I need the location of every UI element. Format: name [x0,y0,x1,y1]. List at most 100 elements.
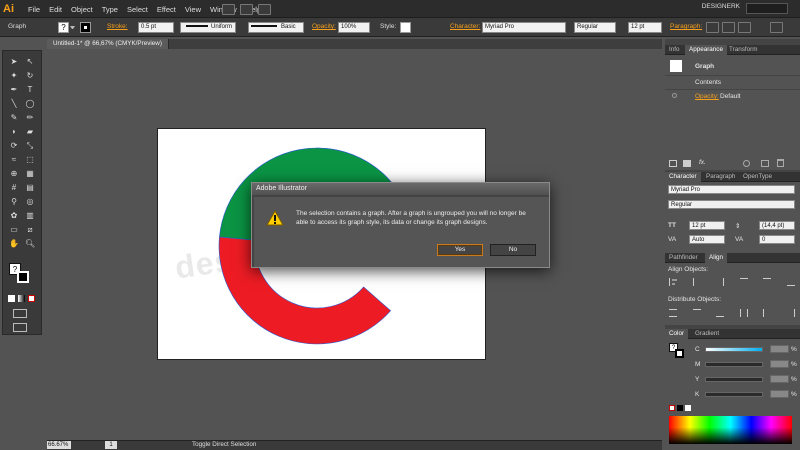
white-swatch[interactable] [685,405,691,411]
zoom-tool-icon[interactable]: 🔍︎ [25,239,35,249]
tab-gradient[interactable]: Gradient [691,329,723,339]
cyan-slider[interactable] [705,347,763,352]
menu-view[interactable]: View [185,5,201,14]
magenta-value[interactable] [770,360,789,368]
appearance-opacity-label[interactable]: Opacity: [695,93,719,100]
character-style-field[interactable]: Regular [668,200,795,209]
opacity-field[interactable]: 100% [338,22,370,33]
brush-definition[interactable]: Basic [248,22,304,33]
blob-brush-icon[interactable]: ◗ [9,127,19,137]
graph-tool-icon[interactable]: ▥ [25,211,35,221]
distribute-vcenter-icon[interactable] [692,309,701,317]
character-tracking-field[interactable]: 0 [759,235,795,244]
align-bottom-icon[interactable] [786,278,795,286]
align-left-icon[interactable] [706,22,719,33]
color-spectrum[interactable] [669,416,792,444]
appearance-contents-row[interactable]: Contents [695,79,721,86]
opacity-label[interactable]: Opacity: [312,23,336,30]
scale-tool-icon[interactable]: ⤡ [25,141,35,151]
type-tool-icon[interactable]: T [25,85,35,95]
menu-object[interactable]: Object [71,5,93,14]
bridge-icon[interactable] [222,4,235,15]
hand-tool-icon[interactable]: ✋ [9,239,19,249]
align-right-icon[interactable] [716,278,725,286]
distribute-top-icon[interactable] [669,309,677,317]
yellow-value[interactable] [770,375,789,383]
distribute-bottom-icon[interactable] [716,309,725,317]
selection-tool-icon[interactable]: ➤ [9,57,19,67]
no-button[interactable]: No [490,244,536,256]
black-swatch[interactable] [677,405,683,411]
zoom-field[interactable]: 66.67% [47,441,71,449]
character-font-field[interactable]: Myriad Pro [668,185,795,194]
variable-width-profile[interactable]: Uniform [180,22,236,33]
add-stroke-icon[interactable] [669,160,677,167]
eyedropper-icon[interactable]: ⚲ [9,197,19,207]
character-size-field[interactable]: 12 pt [689,221,725,230]
font-style-field[interactable]: Regular [574,22,616,33]
panel-menu-icon[interactable] [770,22,783,33]
align-center-icon[interactable] [722,22,735,33]
cyan-value[interactable] [770,345,789,353]
stroke-color-box[interactable] [17,271,29,283]
menu-file[interactable]: File [28,5,40,14]
tab-transform[interactable]: Transform [725,45,761,55]
duplicate-item-icon[interactable] [761,160,769,167]
chevron-down-icon[interactable] [70,26,75,30]
none-mode-icon[interactable] [28,295,35,302]
draw-mode-icon[interactable] [13,309,27,318]
visibility-icon[interactable] [672,93,677,98]
gradient-tool-icon[interactable]: ▤ [25,183,35,193]
pen-tool-icon[interactable]: ✒ [9,85,19,95]
stroke-weight-field[interactable]: 0.5 pt [138,22,174,33]
shape-builder-icon[interactable]: ⊕ [9,169,19,179]
black-slider[interactable] [705,392,763,397]
document-tab[interactable]: Untitled-1* @ 66,67% (CMYK/Preview) [47,39,169,49]
search-input[interactable] [746,3,788,14]
symbol-sprayer-icon[interactable]: ✿ [9,211,19,221]
character-kerning-field[interactable]: Auto [689,235,725,244]
paintbrush-icon[interactable]: ✎ [9,113,19,123]
workspace-switcher[interactable]: DESIGNERK [702,3,740,10]
screen-mode-toggle-icon[interactable] [13,323,27,332]
eraser-icon[interactable]: ▰ [25,127,35,137]
fx-icon[interactable]: fx. [699,159,706,166]
lasso-icon[interactable]: ↻ [25,71,35,81]
tab-align[interactable]: Align [705,253,728,263]
paragraph-label[interactable]: Paragraph: [670,23,702,30]
font-size-field[interactable]: 12 pt [628,22,662,33]
screen-mode-icon[interactable] [258,4,271,15]
menu-select[interactable]: Select [127,5,148,14]
mesh-tool-icon[interactable]: # [9,183,19,193]
add-fill-icon[interactable] [683,160,691,167]
character-leading-field[interactable]: (14,4 pt) [759,221,795,230]
tab-paragraph[interactable]: Paragraph [702,172,739,182]
font-family-field[interactable]: Myriad Pro [482,22,566,33]
graphic-style-swatch[interactable] [400,22,411,33]
align-top-icon[interactable] [739,278,748,286]
rotate-tool-icon[interactable]: ⟳ [9,141,19,151]
yellow-slider[interactable] [705,377,763,382]
tab-character[interactable]: Character [665,172,701,182]
tab-info[interactable]: Info [665,45,684,55]
none-swatch[interactable] [669,405,675,411]
magic-wand-icon[interactable]: ✦ [9,71,19,81]
gradient-mode-icon[interactable] [18,295,25,302]
stroke-label[interactable]: Stroke: [107,23,128,30]
trash-icon[interactable] [777,159,784,167]
character-label[interactable]: Character: [450,23,480,30]
artboard-tool-icon[interactable]: ▭ [9,225,19,235]
distribute-left-icon[interactable] [739,309,748,317]
distribute-hcenter-icon[interactable] [763,309,771,317]
line-tool-icon[interactable]: ╲ [9,99,19,109]
yes-button[interactable]: Yes [437,244,483,256]
black-value[interactable] [770,390,789,398]
tab-pathfinder[interactable]: Pathfinder [665,253,702,263]
direct-selection-tool-icon[interactable]: ↖ [25,57,35,67]
fill-swatch[interactable]: ? [58,22,69,33]
align-vcenter-icon[interactable] [763,278,772,286]
warp-tool-icon[interactable]: ≈ [9,155,19,165]
status-text[interactable]: Toggle Direct Selection [192,440,256,450]
menu-effect[interactable]: Effect [157,5,176,14]
menu-edit[interactable]: Edit [49,5,62,14]
